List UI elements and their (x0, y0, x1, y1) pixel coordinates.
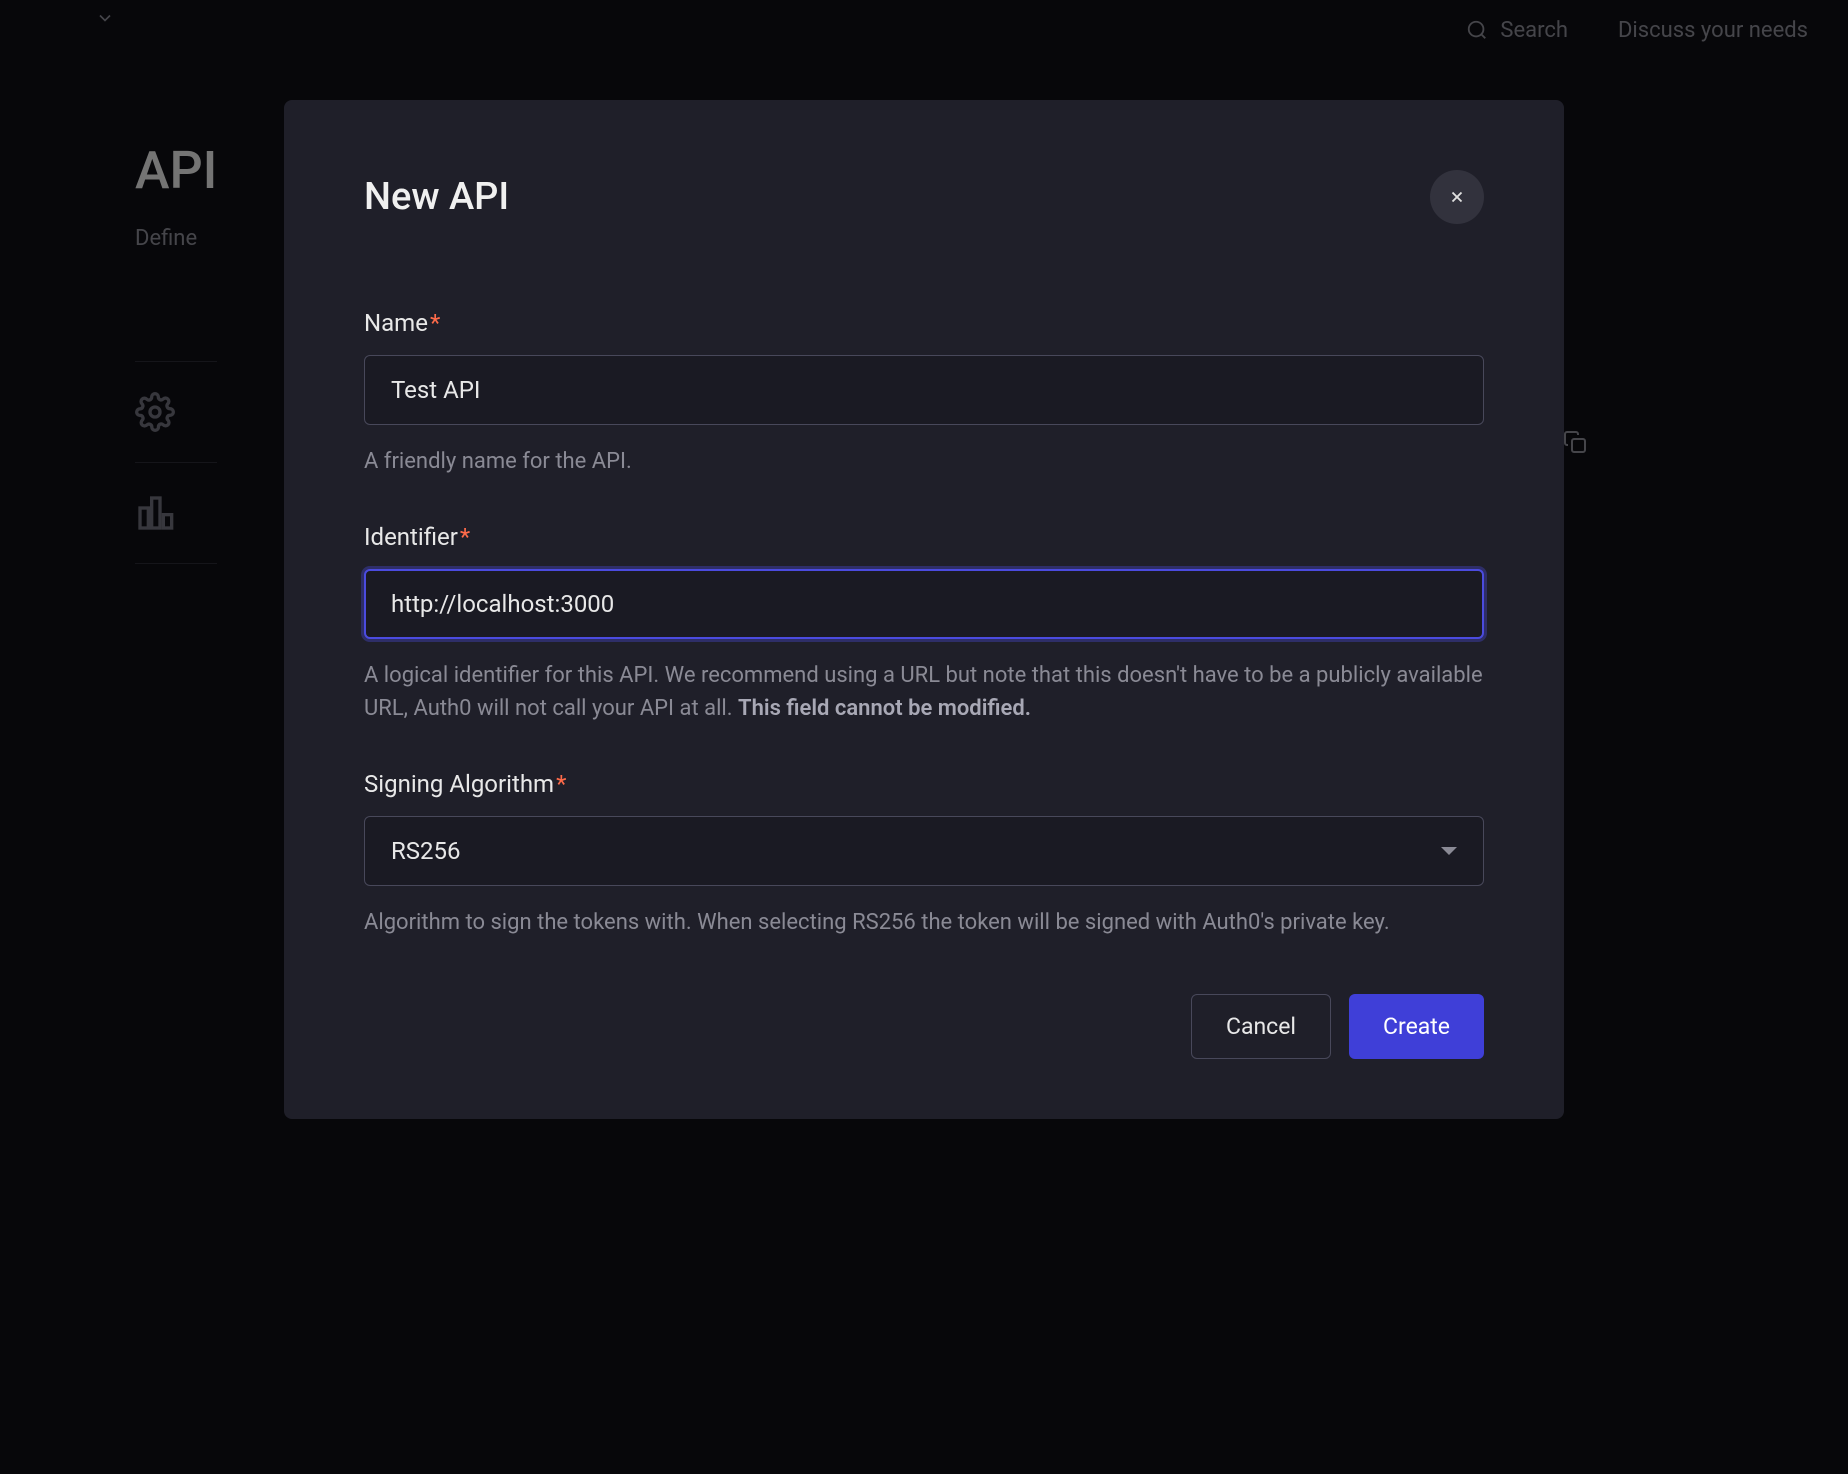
identifier-label: Identifier* (364, 523, 1484, 551)
name-helper: A friendly name for the API. (364, 445, 1484, 478)
algorithm-label: Signing Algorithm* (364, 770, 1484, 798)
close-button[interactable] (1430, 170, 1484, 224)
name-label: Name* (364, 309, 1484, 337)
identifier-input[interactable] (364, 569, 1484, 639)
modal-header: New API (364, 170, 1484, 224)
modal-overlay: New API Name* A friendly name for the AP… (0, 0, 1848, 1474)
algorithm-helper: Algorithm to sign the tokens with. When … (364, 906, 1484, 939)
cancel-button[interactable]: Cancel (1191, 994, 1331, 1059)
caret-down-icon (1441, 847, 1457, 855)
identifier-helper: A logical identifier for this API. We re… (364, 659, 1484, 725)
create-button[interactable]: Create (1349, 994, 1484, 1059)
algorithm-select[interactable]: RS256 (364, 816, 1484, 886)
name-input[interactable] (364, 355, 1484, 425)
identifier-field-group: Identifier* A logical identifier for thi… (364, 523, 1484, 725)
required-asterisk: * (430, 309, 440, 337)
algorithm-selected-value: RS256 (391, 837, 461, 865)
close-icon (1448, 188, 1466, 206)
algorithm-field-group: Signing Algorithm* RS256 Algorithm to si… (364, 770, 1484, 939)
required-asterisk: * (556, 770, 566, 798)
required-asterisk: * (460, 523, 470, 551)
modal-footer: Cancel Create (364, 994, 1484, 1059)
new-api-modal: New API Name* A friendly name for the AP… (284, 100, 1564, 1119)
name-field-group: Name* A friendly name for the API. (364, 309, 1484, 478)
modal-title: New API (364, 175, 509, 219)
